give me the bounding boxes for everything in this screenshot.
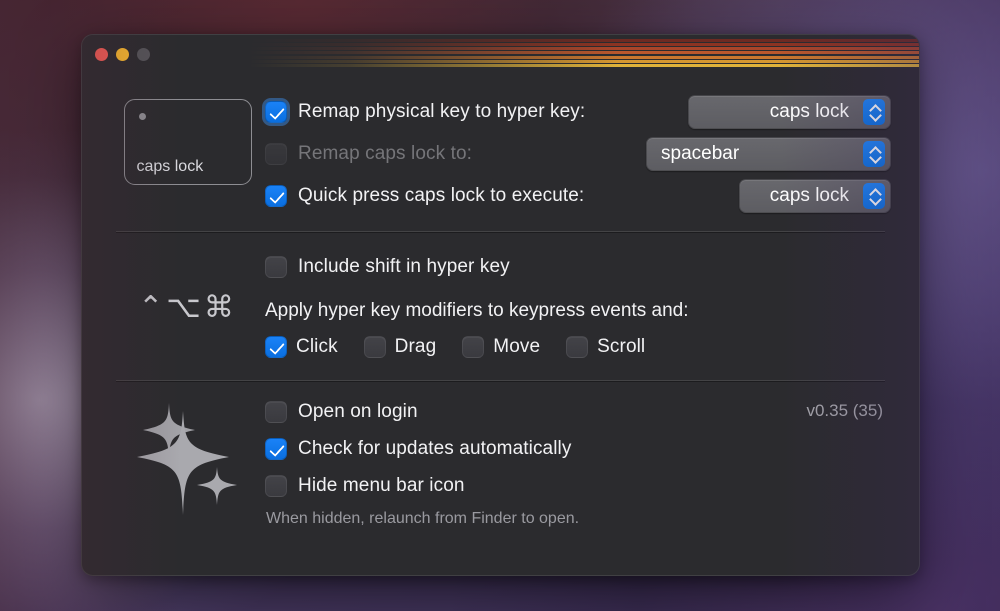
- click-label: Click: [296, 336, 338, 358]
- chevron-updown-icon: [863, 99, 885, 125]
- close-button[interactable]: [95, 48, 108, 61]
- quick-press-row: Quick press caps lock to execute: caps l…: [265, 175, 891, 217]
- remap-physical-key-popup-value: caps lock: [703, 101, 849, 123]
- remap-caps-lock-row: Remap caps lock to: spacebar: [265, 133, 891, 175]
- app-logo-gutter: [110, 393, 265, 517]
- open-on-login-checkbox[interactable]: [265, 401, 287, 423]
- check-updates-checkbox[interactable]: [265, 438, 287, 460]
- modifiers-section: ⌃⌥⌘ Include shift in hyper key Apply hyp…: [110, 232, 891, 380]
- general-section: v0.35 (35) Open on login Check for updat…: [110, 381, 891, 528]
- target-scroll: Scroll: [566, 336, 645, 358]
- click-checkbox[interactable]: [265, 336, 287, 358]
- chevron-updown-icon: [863, 183, 885, 209]
- remap-caps-lock-checkbox[interactable]: [265, 143, 287, 165]
- target-drag: Drag: [364, 336, 437, 358]
- target-move: Move: [462, 336, 540, 358]
- hide-menu-bar-hint: When hidden, relaunch from Finder to ope…: [266, 510, 891, 528]
- modifier-glyph-gutter: ⌃⌥⌘: [110, 246, 265, 325]
- hide-menu-bar-icon-checkbox[interactable]: [265, 475, 287, 497]
- include-shift-label: Include shift in hyper key: [298, 256, 510, 278]
- modifier-symbols-icon: ⌃⌥⌘: [138, 290, 237, 325]
- traffic-lights: [95, 48, 150, 61]
- remap-physical-key-checkbox[interactable]: [265, 101, 287, 123]
- scroll-checkbox[interactable]: [566, 336, 588, 358]
- quick-press-popup[interactable]: caps lock: [739, 179, 891, 213]
- include-shift-checkbox[interactable]: [265, 256, 287, 278]
- general-rows: v0.35 (35) Open on login Check for updat…: [265, 393, 891, 528]
- apply-targets-row: Click Drag Move Scroll: [265, 328, 891, 366]
- remap-physical-key-label: Remap physical key to hyper key:: [298, 101, 585, 123]
- hide-menu-bar-icon-label: Hide menu bar icon: [298, 475, 465, 497]
- sparkle-logo-icon: [133, 397, 243, 517]
- desktop-wallpaper: caps lock Remap physical key to hyper ke…: [0, 0, 1000, 611]
- remap-physical-key-row: Remap physical key to hyper key: caps lo…: [265, 91, 891, 133]
- quick-press-checkbox[interactable]: [265, 185, 287, 207]
- remap-physical-key-popup[interactable]: caps lock: [688, 95, 891, 129]
- caps-lock-keycap-illustration: caps lock: [124, 99, 252, 185]
- key-illustration-gutter: caps lock: [110, 91, 265, 185]
- hide-menu-bar-icon-row: Hide menu bar icon: [265, 467, 891, 504]
- include-shift-row: Include shift in hyper key: [265, 246, 891, 288]
- drag-label: Drag: [395, 336, 437, 358]
- scroll-label: Scroll: [597, 336, 645, 358]
- keycap-label: caps lock: [137, 158, 204, 176]
- open-on-login-row: Open on login: [265, 393, 891, 430]
- quick-press-label: Quick press caps lock to execute:: [298, 185, 584, 207]
- window-titlebar: [82, 35, 919, 81]
- move-checkbox[interactable]: [462, 336, 484, 358]
- remap-section: caps lock Remap physical key to hyper ke…: [110, 81, 891, 231]
- move-label: Move: [493, 336, 540, 358]
- minimize-button[interactable]: [116, 48, 129, 61]
- remap-rows: Remap physical key to hyper key: caps lo…: [265, 91, 891, 217]
- apply-modifiers-headline: Apply hyper key modifiers to keypress ev…: [265, 300, 891, 322]
- window-content: caps lock Remap physical key to hyper ke…: [82, 81, 919, 575]
- drag-checkbox[interactable]: [364, 336, 386, 358]
- remap-caps-lock-label: Remap caps lock to:: [298, 143, 472, 165]
- remap-caps-lock-popup[interactable]: spacebar: [646, 137, 891, 171]
- check-updates-label: Check for updates automatically: [298, 438, 571, 460]
- caps-lock-led-icon: [139, 113, 146, 120]
- remap-caps-lock-popup-value: spacebar: [661, 143, 849, 165]
- app-window: caps lock Remap physical key to hyper ke…: [81, 34, 920, 576]
- zoom-button[interactable]: [137, 48, 150, 61]
- target-click: Click: [265, 336, 338, 358]
- check-updates-row: Check for updates automatically: [265, 430, 891, 467]
- open-on-login-label: Open on login: [298, 401, 418, 423]
- modifier-rows: Include shift in hyper key Apply hyper k…: [265, 246, 891, 366]
- quick-press-popup-value: caps lock: [754, 185, 849, 207]
- chevron-updown-icon: [863, 141, 885, 167]
- version-label: v0.35 (35): [806, 401, 883, 421]
